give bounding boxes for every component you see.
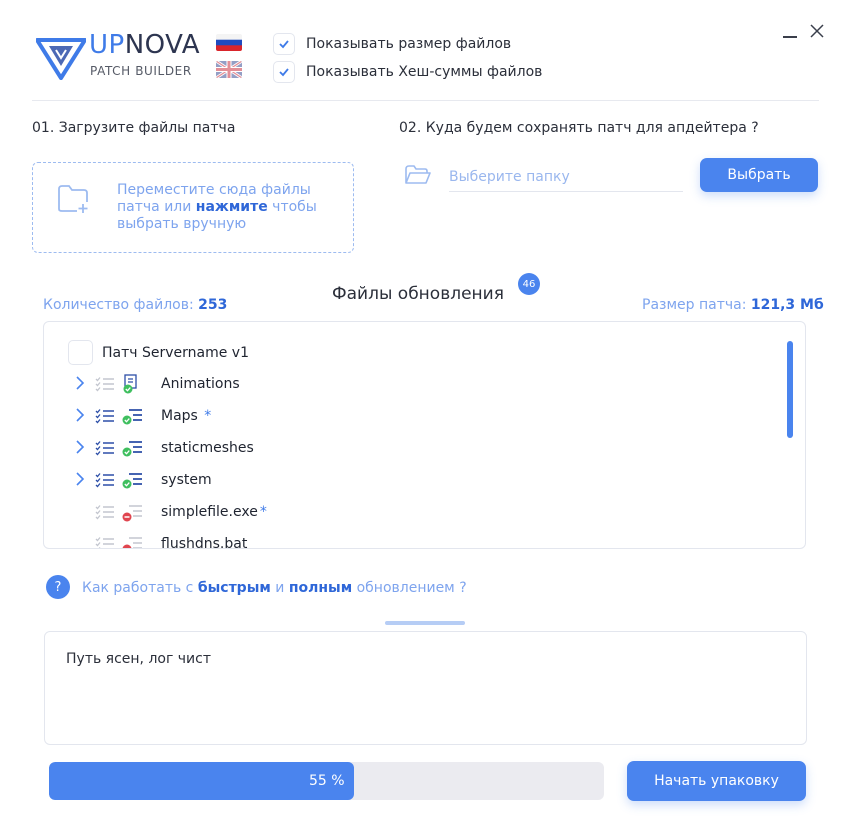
tree-row[interactable]: simplefile.exe * xyxy=(0,497,740,529)
checklist-icon[interactable] xyxy=(95,536,115,548)
help-icon[interactable]: ? xyxy=(46,575,70,599)
chevron-right-icon[interactable] xyxy=(75,472,85,486)
russian-flag-icon[interactable] xyxy=(216,34,242,51)
fast-update-link[interactable]: быстрым xyxy=(198,580,271,596)
chevron-right-icon[interactable] xyxy=(75,376,85,390)
add-folder-icon xyxy=(58,185,88,213)
tree-row-label: flushdns.bat xyxy=(161,536,248,548)
checklist-icon[interactable] xyxy=(95,440,115,456)
full-update-link[interactable]: полным xyxy=(289,580,352,596)
checklist-icon[interactable] xyxy=(95,376,115,392)
folder-path-input[interactable] xyxy=(449,162,683,192)
chevron-right-icon[interactable] xyxy=(75,408,85,422)
tree-row-label: Maps * xyxy=(161,408,212,424)
checklist-icon[interactable] xyxy=(95,472,115,488)
minimize-icon[interactable] xyxy=(783,36,797,38)
show-hash-label: Показывать Хеш-суммы файлов xyxy=(306,64,543,80)
help-text: Как работать с быстрым и полным обновлен… xyxy=(82,580,467,596)
show-file-size-checkbox[interactable] xyxy=(273,33,295,55)
step1-title: 01. Загрузите файлы патча xyxy=(32,120,236,136)
file-tree-rows: Animations Maps * staticmeshes system simple… xyxy=(0,322,852,548)
tree-row-label: staticmeshes xyxy=(161,440,254,456)
close-icon[interactable] xyxy=(808,22,826,40)
files-count-badge: 46 xyxy=(518,273,540,295)
modified-marker: * xyxy=(199,408,212,424)
file-count-stat: Количество файлов: 253 xyxy=(43,297,228,313)
step2-title: 02. Куда будем сохранять патч для апдейт… xyxy=(399,120,759,136)
tree-row-label: system xyxy=(161,472,212,488)
dropzone-text: Переместите сюда файлы патча или нажмите… xyxy=(117,182,317,232)
show-file-size-label: Показывать размер файлов xyxy=(306,36,512,52)
file-ok-icon xyxy=(123,374,137,394)
brand-subtitle: PATCH BUILDER xyxy=(90,64,192,78)
header-divider xyxy=(32,100,819,101)
file-removed-icon xyxy=(122,537,142,548)
log-panel xyxy=(44,631,807,745)
folder-ok-icon xyxy=(122,409,142,425)
choose-folder-button[interactable]: Выбрать xyxy=(700,158,818,192)
browse-link[interactable]: нажмите xyxy=(196,199,268,215)
modified-marker: * xyxy=(259,504,267,520)
checkmark-icon xyxy=(279,40,289,49)
start-packing-button[interactable]: Начать упаковку xyxy=(627,761,806,801)
tree-row-label: Animations xyxy=(161,376,240,392)
checklist-icon[interactable] xyxy=(95,504,115,520)
chevron-right-icon[interactable] xyxy=(75,440,85,454)
tree-row[interactable]: staticmeshes xyxy=(0,433,740,465)
checkmark-icon xyxy=(279,68,289,77)
folder-ok-icon xyxy=(122,441,142,457)
files-title: Файлы обновления xyxy=(332,284,504,304)
checklist-icon[interactable] xyxy=(95,408,115,424)
upnova-logo-icon xyxy=(36,38,86,80)
tree-row[interactable]: system xyxy=(0,465,740,497)
file-removed-icon xyxy=(122,505,142,522)
tree-row[interactable]: flushdns.bat xyxy=(0,529,740,548)
tree-row-label: simplefile.exe * xyxy=(161,504,267,520)
brand-name: UPNOVA xyxy=(89,30,201,60)
log-text: Путь ясен, лог чист xyxy=(66,651,211,667)
uk-flag-icon[interactable] xyxy=(216,61,242,78)
progress-label: 55 % xyxy=(309,773,345,789)
show-hash-checkbox[interactable] xyxy=(273,61,295,83)
progress-bar: 55 % xyxy=(49,762,604,800)
patch-size-stat: Размер патча: 121,3 Мб xyxy=(642,297,824,313)
folder-icon xyxy=(405,165,431,184)
tree-row[interactable]: Maps * xyxy=(0,401,740,433)
tree-row[interactable]: Animations xyxy=(0,369,740,401)
resize-handle[interactable] xyxy=(385,621,465,625)
folder-ok-icon xyxy=(122,473,142,489)
